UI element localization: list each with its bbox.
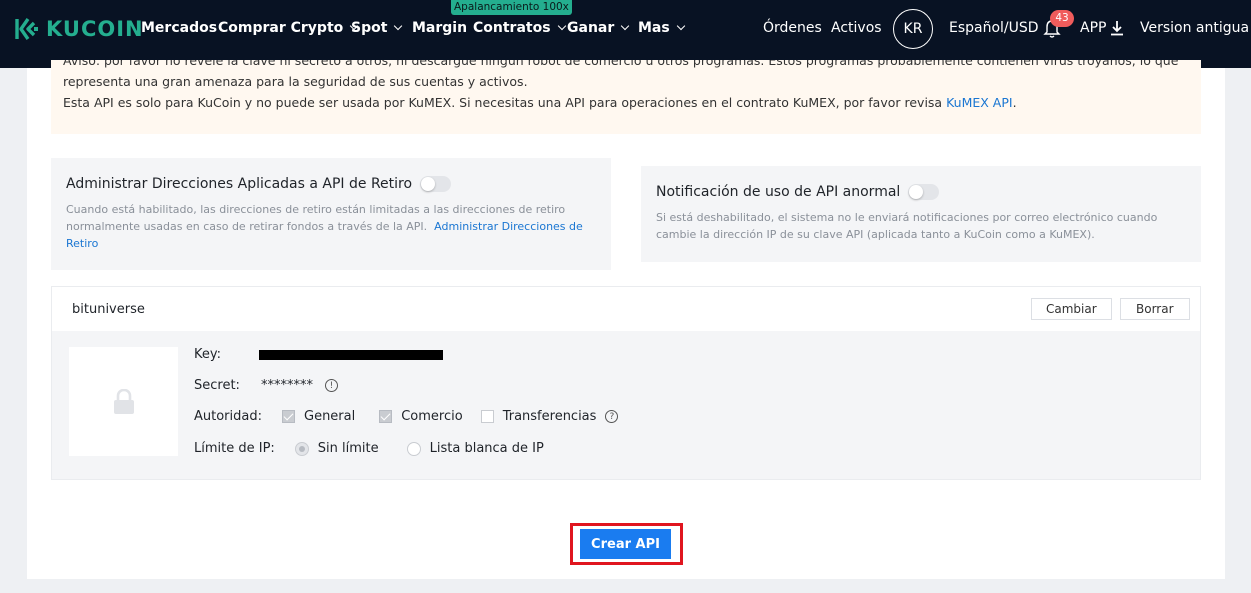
nav-item-mercados[interactable]: Mercados	[141, 20, 217, 36]
nav-item-mas[interactable]: Mas	[638, 20, 685, 36]
ip-limit-row: Límite de IP: Sin límite Lista blanca de…	[194, 441, 544, 456]
ip-whitelist-radio[interactable]	[406, 441, 421, 456]
withdraw-option-title-row: Administrar Direcciones Aplicadas a API …	[66, 176, 596, 192]
nav-item-ganar[interactable]: Ganar	[567, 20, 630, 36]
notice-line-3-text: Esta API es solo para KuCoin y no puede …	[63, 95, 947, 110]
help-icon[interactable]: ?	[605, 410, 619, 423]
ip-unrestricted-radio[interactable]	[294, 441, 309, 456]
secret-label: Secret:	[194, 378, 240, 393]
top-navbar: KUCOIN Mercados Comprar Crypto Spot Marg…	[0, 0, 1251, 68]
lock-icon	[113, 388, 134, 414]
chevron-down-icon	[676, 21, 685, 31]
secret-value: ********	[260, 378, 313, 393]
nav-label: Mas	[638, 20, 670, 36]
notice-line-3-end: .	[1012, 95, 1017, 110]
abnormal-option-description: Si está deshabilitado, el sistema no le …	[656, 211, 1158, 241]
nav-label: Contratos	[473, 20, 551, 36]
ip-unrestricted-label: Sin límite	[317, 441, 379, 456]
withdraw-option-description: Cuando está habilitado, las direcciones …	[66, 201, 596, 252]
chevron-down-icon	[394, 21, 403, 31]
chevron-down-icon	[557, 21, 566, 31]
info-icon[interactable]: !	[324, 379, 338, 392]
assets-link[interactable]: Activos	[831, 20, 882, 36]
ip-limit-label: Límite de IP:	[194, 441, 275, 456]
nav-label: Comprar Crypto	[218, 20, 344, 36]
ip-whitelist-label: Lista blanca de IP	[429, 441, 544, 456]
nav-label: Mercados	[141, 20, 218, 36]
notification-count-badge: 43	[1050, 10, 1074, 27]
nav-label: Margin	[412, 20, 468, 36]
orders-link[interactable]: Órdenes	[763, 20, 822, 36]
abnormal-usage-toggle[interactable]	[908, 184, 940, 200]
permission-trade-checkbox[interactable]	[379, 410, 393, 423]
promo-badge: Apalancamiento 100x	[451, 0, 572, 15]
permission-transfer-checkbox[interactable]	[480, 410, 494, 423]
notice-line-1: Aviso: por favor no revele la clave ni s…	[63, 60, 1179, 68]
kucoin-logo[interactable]: KUCOIN	[14, 16, 144, 42]
chevron-down-icon	[621, 21, 630, 31]
download-icon	[1111, 21, 1124, 36]
redacted-key-value	[259, 349, 444, 360]
permission-general-label: General	[304, 409, 356, 424]
withdraw-option-title: Administrar Direcciones Aplicadas a API …	[66, 176, 413, 192]
withdraw-address-toggle[interactable]	[420, 176, 452, 192]
key-label: Key:	[194, 347, 222, 362]
authority-label: Autoridad:	[194, 409, 262, 424]
security-notice: Aviso: por favor no revele la clave ni s…	[51, 60, 1201, 134]
notice-line-3: Esta API es solo para KuCoin y no puede …	[63, 92, 1189, 113]
create-api-button[interactable]: Crear API	[580, 529, 671, 559]
logo-text: KUCOIN	[46, 17, 144, 41]
authority-row: Autoridad: General Comercio Transferenci…	[194, 409, 619, 424]
language-currency-selector[interactable]: Español/USD	[949, 20, 1039, 36]
abnormal-usage-option: Notificación de uso de API anormal Si es…	[641, 166, 1201, 262]
key-row: Key:	[194, 347, 444, 362]
abnormal-option-title: Notificación de uso de API anormal	[656, 184, 901, 200]
api-key-details: Key: Secret: ******** ! Autoridad: Gener…	[52, 331, 1200, 479]
permission-transfer-label: Transferencias	[502, 409, 597, 424]
notice-line-2: representa una gran amenaza para la segu…	[63, 74, 528, 89]
nav-label: Ganar	[567, 20, 615, 36]
change-api-button[interactable]: Cambiar	[1031, 298, 1112, 320]
secret-row: Secret: ******** !	[194, 378, 338, 393]
nav-item-margin[interactable]: Margin	[412, 20, 467, 36]
api-key-header: bituniverse Cambiar Borrar	[52, 287, 1200, 331]
avatar[interactable]: KR	[893, 9, 933, 49]
nav-item-comprar-crypto[interactable]: Comprar Crypto	[218, 20, 359, 36]
abnormal-option-title-row: Notificación de uso de API anormal	[656, 184, 1186, 200]
app-download-link[interactable]: APP	[1080, 20, 1124, 36]
kumex-api-link[interactable]: KuMEX API	[946, 95, 1013, 110]
withdraw-address-option: Administrar Direcciones Aplicadas a API …	[51, 158, 611, 270]
app-label: APP	[1080, 20, 1107, 36]
nav-item-spot[interactable]: Spot	[351, 20, 403, 36]
qr-code-placeholder	[69, 347, 178, 456]
permission-trade-label: Comercio	[401, 409, 463, 424]
kucoin-logo-icon	[15, 18, 38, 40]
api-key-panel: bituniverse Cambiar Borrar Key: Secret: …	[51, 286, 1201, 480]
nav-label: Spot	[351, 20, 388, 36]
old-version-link[interactable]: Version antigua	[1140, 20, 1249, 36]
api-key-name: bituniverse	[72, 301, 145, 317]
delete-api-button[interactable]: Borrar	[1120, 298, 1190, 320]
nav-item-contratos[interactable]: Contratos	[473, 20, 566, 36]
permission-general-checkbox[interactable]	[282, 410, 295, 423]
